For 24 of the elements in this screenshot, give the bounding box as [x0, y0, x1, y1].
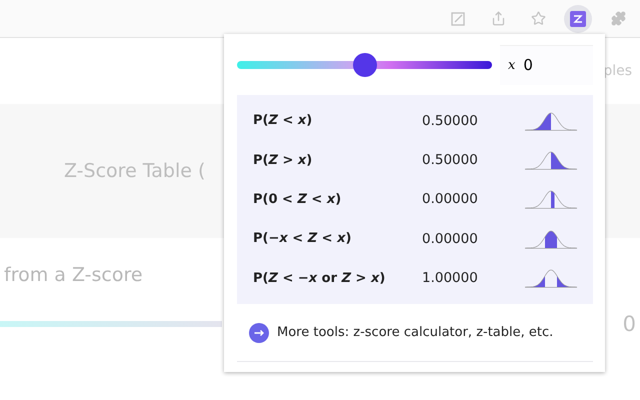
variable-label: x: [508, 58, 516, 73]
value-text: 0: [622, 312, 636, 336]
probability-value: 1.00000: [422, 270, 479, 286]
bell-curve-icon: [525, 267, 577, 290]
section-heading: from a Z-score: [4, 264, 143, 286]
probability-value: 0.50000: [422, 152, 479, 168]
bell-curve-icon: [525, 228, 577, 250]
bell-curve-icon: [525, 110, 577, 132]
bell-curve-icon: [525, 188, 577, 210]
probability-label: P(Z > x): [253, 152, 314, 168]
z-slider[interactable]: [237, 52, 492, 77]
slider-thumb[interactable]: [352, 52, 376, 77]
probability-label: P(0 < Z < x): [253, 192, 342, 207]
probability-value: 0.00000: [422, 230, 479, 247]
probability-value: 0.00000: [422, 191, 479, 208]
bell-curve-icon: [525, 149, 577, 172]
probability-label: P(Z < x): [253, 113, 314, 128]
more-tools-link[interactable]: More tools: z-score calculator, z-table, etc.: [277, 325, 554, 340]
extension-icon[interactable]: [564, 4, 592, 32]
x-input-field[interactable]: 0: [523, 56, 574, 74]
page-heading: Z-Score Table (: [64, 160, 206, 182]
probability-value: 0.50000: [422, 112, 479, 129]
probability-label: P(−x < Z < x): [253, 231, 352, 246]
probability-label: P(Z < −x or Z > x): [253, 270, 386, 286]
